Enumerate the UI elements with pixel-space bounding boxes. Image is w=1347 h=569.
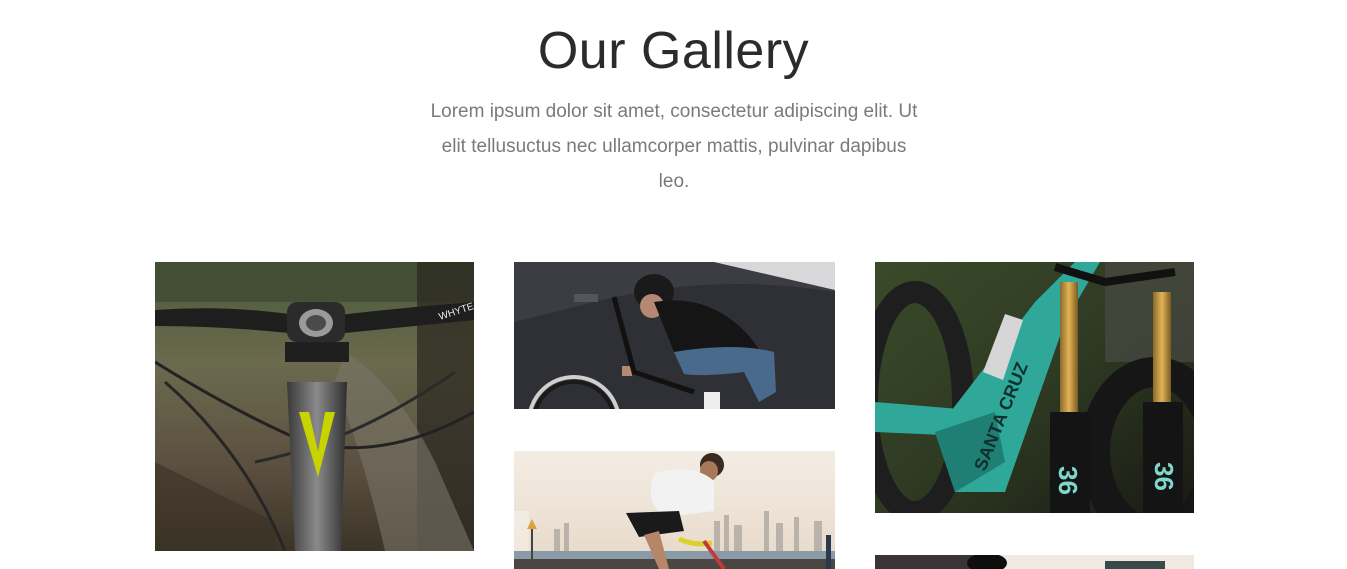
gallery-title: Our Gallery (537, 22, 810, 80)
gallery-description: Lorem ipsum dolor sit amet, consectetur … (430, 101, 918, 192)
cyclist-city-photo[interactable] (514, 451, 835, 569)
partial-photo-bottom[interactable] (875, 555, 1194, 569)
teal-mountain-bike-photo[interactable]: SANTA CRUZ 36 36 (875, 262, 1194, 513)
fork-36-text: 36 (1053, 466, 1083, 495)
bmx-rider-photo[interactable] (514, 262, 835, 409)
bike-handlebar-photo[interactable]: WHYTE (155, 262, 474, 551)
fork-36-text-right: 36 (1149, 462, 1179, 491)
gallery-section: Our Gallery Lorem ipsum dolor sit amet, … (0, 0, 1347, 569)
